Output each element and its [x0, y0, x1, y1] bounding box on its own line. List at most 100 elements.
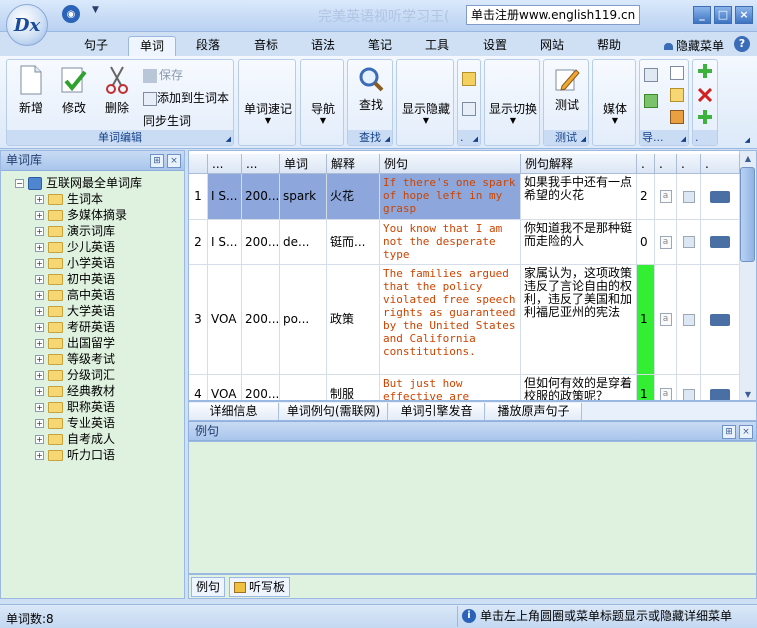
tab-website[interactable]: 网站	[534, 36, 570, 56]
expand-icon[interactable]: +	[35, 338, 44, 348]
expand-icon[interactable]: +	[35, 354, 44, 364]
table-cell-n[interactable]: 2	[637, 174, 655, 220]
table-cell-exmean[interactable]: 你知道我不是那种铤而走险的人	[521, 220, 637, 265]
navigate-button[interactable]: 导航 ▼	[303, 100, 343, 125]
tab-paragraph[interactable]: 段落	[190, 36, 226, 56]
table-cell-c1[interactable]: VOA	[208, 375, 242, 400]
pin-icon[interactable]: ⊞	[722, 425, 736, 439]
tab-help[interactable]: 帮助	[591, 36, 627, 56]
table-cell-num[interactable]: 4	[189, 375, 208, 400]
hide-menu-button[interactable]: 隐藏菜单	[664, 37, 724, 54]
speaker-icon[interactable]	[701, 174, 740, 220]
checkbox-icon[interactable]	[677, 375, 701, 400]
table-cell-c2[interactable]: 200...	[242, 220, 280, 265]
table-cell-ex[interactable]: The families argued that the policy viol…	[380, 265, 521, 375]
table-cell-exmean[interactable]: 但如何有效的是穿着校服的政策呢？	[521, 375, 637, 400]
edit-note-icon[interactable]: a	[655, 375, 677, 400]
edit-note-icon[interactable]: a	[655, 220, 677, 265]
add-icon[interactable]	[698, 64, 712, 78]
column-header[interactable]: 例句	[380, 154, 521, 174]
tree-item[interactable]: + 大学英语	[15, 303, 184, 319]
column-header[interactable]: 解释	[327, 154, 380, 174]
quick-access-icon[interactable]: ◉	[62, 5, 80, 23]
delete-button[interactable]: 删除	[97, 65, 137, 116]
media-button[interactable]: 媒体 ▼	[595, 100, 635, 125]
tab-play-original[interactable]: 播放原声句子	[486, 403, 582, 420]
table-cell-num[interactable]: 1	[189, 174, 208, 220]
expand-icon[interactable]: +	[35, 386, 44, 396]
dialog-launcher-icon[interactable]: ◢	[473, 135, 478, 143]
table-cell-word[interactable]	[280, 375, 327, 400]
tab-phonetic[interactable]: 音标	[248, 36, 284, 56]
edit-button[interactable]: 修改	[54, 65, 94, 116]
column-header[interactable]: 单词	[280, 154, 327, 174]
table-cell-exmean[interactable]: 如果我手中还有一点希望的火花	[521, 174, 637, 220]
table-cell-ex[interactable]: But just how effective are	[380, 375, 521, 400]
expand-icon[interactable]: +	[35, 274, 44, 284]
tree-item[interactable]: + 初中英语	[15, 271, 184, 287]
table-cell-num[interactable]: 2	[189, 220, 208, 265]
table-cell-n[interactable]: 0	[637, 220, 655, 265]
close-button[interactable]: ×	[735, 6, 753, 24]
checkbox-icon[interactable]	[677, 174, 701, 220]
tree-item[interactable]: + 专业英语	[15, 415, 184, 431]
edit-note-icon[interactable]: a	[655, 265, 677, 375]
column-header[interactable]: .	[677, 154, 701, 174]
expand-icon[interactable]: +	[35, 194, 44, 204]
dialog-launcher-icon[interactable]: ◢	[385, 135, 390, 143]
register-link[interactable]: 单击注册www.english119.cn	[466, 5, 641, 25]
expand-icon[interactable]: +	[35, 418, 44, 428]
tree-item[interactable]: + 听力口语	[15, 447, 184, 463]
table-cell-word[interactable]: po...	[280, 265, 327, 375]
speaker-icon[interactable]	[701, 265, 740, 375]
example-pane[interactable]	[188, 441, 757, 574]
find-button[interactable]: 查找	[351, 66, 391, 113]
tree-item[interactable]: + 分级词汇	[15, 367, 184, 383]
tab-notes[interactable]: 笔记	[362, 36, 398, 56]
table-cell-n[interactable]: 1	[637, 375, 655, 400]
expand-icon[interactable]: +	[35, 258, 44, 268]
tool-icon[interactable]	[670, 110, 684, 124]
dialog-launcher-icon[interactable]: ◢	[226, 135, 231, 143]
app-logo-button[interactable]: Dx	[6, 4, 48, 46]
column-header[interactable]: .	[701, 154, 740, 174]
tree-item[interactable]: + 生词本	[15, 191, 184, 207]
table-cell-c1[interactable]: VOA	[208, 265, 242, 375]
table-cell-ex[interactable]: You know that I am not the desperate typ…	[380, 220, 521, 265]
scrollbar-thumb[interactable]	[740, 167, 755, 262]
tree-item[interactable]: + 多媒体摘录	[15, 207, 184, 223]
dialog-launcher-icon[interactable]: ◢	[745, 136, 750, 144]
table-cell-c2[interactable]: 200...	[242, 265, 280, 375]
edit-note-icon[interactable]: a	[655, 174, 677, 220]
table-cell-num[interactable]: 3	[189, 265, 208, 375]
table-cell-n[interactable]: 1	[637, 265, 655, 375]
remove-icon[interactable]	[698, 88, 712, 102]
table-cell-c1[interactable]: I S...	[208, 220, 242, 265]
close-icon[interactable]: ×	[739, 425, 753, 439]
expand-icon[interactable]: +	[35, 450, 44, 460]
maximize-button[interactable]: □	[714, 6, 732, 24]
quick-access-dropdown-icon[interactable]: ▼	[92, 5, 99, 15]
excel-icon[interactable]	[644, 94, 658, 108]
tree-item[interactable]: + 出国留学	[15, 335, 184, 351]
tab-grammar[interactable]: 语法	[305, 36, 341, 56]
table-cell-mean[interactable]: 政策	[327, 265, 380, 375]
display-switch-button[interactable]: 显示切换 ▼	[486, 100, 540, 125]
copy-icon[interactable]	[462, 102, 476, 116]
save-button[interactable]: 保存	[143, 66, 183, 83]
tab-example[interactable]: 例句	[191, 577, 226, 597]
scroll-up-icon[interactable]: ▲	[740, 151, 756, 166]
speaker-icon[interactable]	[701, 375, 740, 400]
scroll-down-icon[interactable]: ▼	[740, 387, 756, 400]
save-disk-icon[interactable]	[670, 88, 684, 102]
tree-item[interactable]: + 演示词库	[15, 223, 184, 239]
column-header[interactable]: 例句解释	[521, 154, 637, 174]
column-header[interactable]: ...	[242, 154, 280, 174]
expand-icon[interactable]: +	[35, 402, 44, 412]
checkbox-icon[interactable]	[677, 265, 701, 375]
expand-icon[interactable]: +	[35, 210, 44, 220]
tab-engine-pronounce[interactable]: 单词引擎发音	[389, 403, 485, 420]
table-cell-mean[interactable]: 铤而...	[327, 220, 380, 265]
table-cell-c2[interactable]: 200...	[242, 375, 280, 400]
tab-settings[interactable]: 设置	[477, 36, 513, 56]
